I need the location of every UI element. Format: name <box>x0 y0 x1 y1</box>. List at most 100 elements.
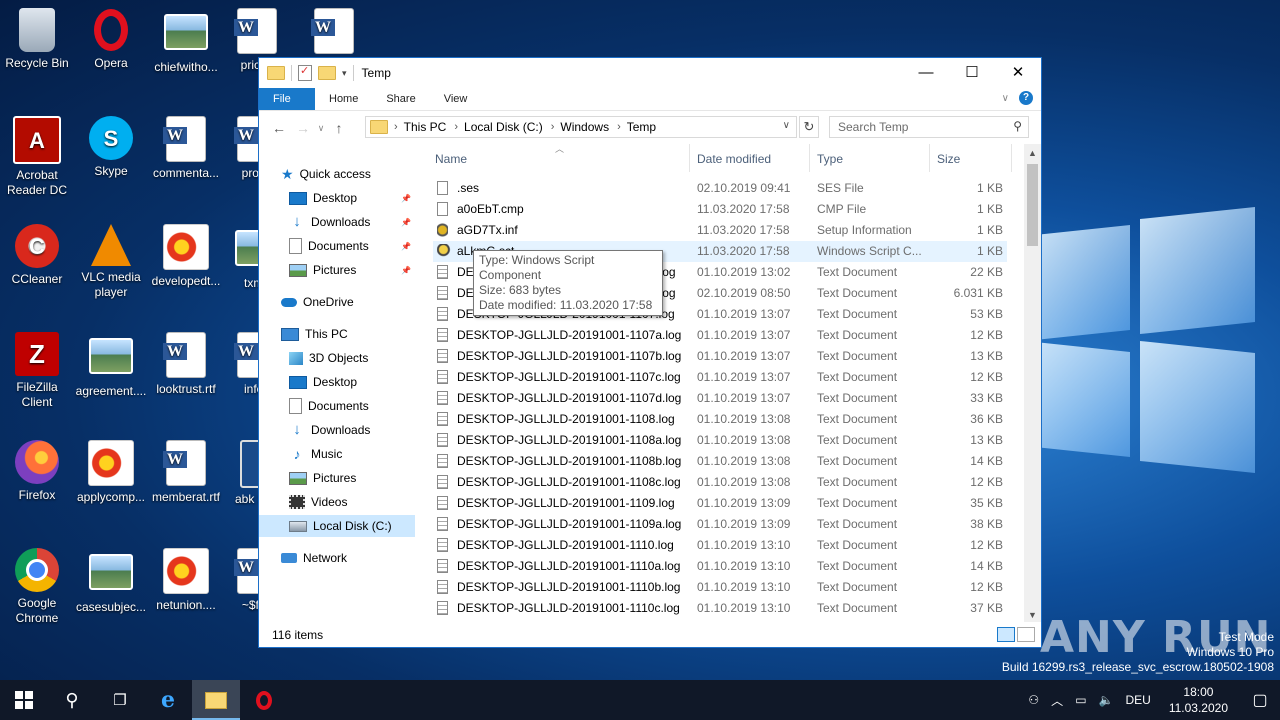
chevron-right-icon[interactable]: › <box>551 121 555 133</box>
search-input[interactable]: Search Temp ⚲ <box>829 116 1029 138</box>
desktop-shortcut[interactable]: Recycle Bin <box>0 8 74 71</box>
minimize-button[interactable]: — <box>903 58 949 86</box>
sidebar-item[interactable]: OneDrive <box>259 291 415 313</box>
tab-view[interactable]: View <box>430 88 482 110</box>
desktop-shortcut[interactable]: Firefox <box>0 440 74 503</box>
title-bar[interactable]: ▾ Temp — ☐ ✕ <box>259 58 1041 88</box>
file-row[interactable]: DESKTOP-JGLLJLD-20191001-1108b.log 01.10.… <box>433 451 1007 472</box>
scrollbar-thumb[interactable] <box>1027 164 1038 246</box>
desktop-shortcut[interactable]: developedt... <box>149 224 223 289</box>
file-row[interactable]: DESKTOP-JGLLJLD-20191001-1108.log 01.10.2… <box>433 409 1007 430</box>
desktop-shortcut[interactable]: A Acrobat Reader DC <box>0 116 74 198</box>
network-tray-icon[interactable]: ▭ <box>1069 693 1092 707</box>
desktop-shortcut[interactable]: Z FileZilla Client <box>0 332 74 410</box>
chevron-right-icon[interactable]: › <box>617 121 621 133</box>
tab-file[interactable]: File <box>259 88 315 110</box>
desktop-shortcut[interactable]: applycomp... <box>74 440 148 505</box>
desktop-shortcut[interactable]: Wlooktrust.rtf <box>149 332 223 397</box>
task-view-button[interactable]: ❐ <box>96 680 144 720</box>
breadcrumb-this-pc[interactable]: This PC <box>404 120 447 134</box>
desktop-shortcut[interactable]: Wmemberat.rtf <box>149 440 223 505</box>
breadcrumb-local-disk[interactable]: Local Disk (C:) <box>464 120 543 134</box>
desktop-shortcut[interactable]: chiefwitho... <box>149 8 223 75</box>
desktop-shortcut[interactable]: VLC media player <box>74 224 148 300</box>
sidebar-item[interactable]: ↓ Downloads <box>259 419 415 441</box>
sidebar-item[interactable]: Documents <box>259 395 415 417</box>
desktop-shortcut[interactable]: C CCleaner <box>0 224 74 287</box>
sidebar-item[interactable]: Network <box>259 547 415 569</box>
tab-home[interactable]: Home <box>315 88 372 110</box>
file-row[interactable]: DESKTOP-JGLLJLD-20191001-1108c.log 01.10.… <box>433 472 1007 493</box>
desktop-shortcut[interactable]: Google Chrome <box>0 548 74 626</box>
address-dropdown-icon[interactable]: ∨ <box>783 120 790 131</box>
sidebar-item[interactable]: Videos <box>259 491 415 513</box>
sidebar-item[interactable]: ↓ Downloads 📌 <box>259 211 415 233</box>
tab-share[interactable]: Share <box>372 88 429 110</box>
desktop-shortcut[interactable]: S Skype <box>74 116 148 179</box>
desktop-shortcut[interactable]: Wcommenta... <box>149 116 223 181</box>
taskbar-file-explorer[interactable] <box>192 680 240 720</box>
column-date-modified[interactable]: Date modified <box>697 152 771 166</box>
file-row[interactable]: aGD7Tx.inf 11.03.2020 17:58 Setup Informat… <box>433 220 1007 241</box>
chevron-right-icon[interactable]: › <box>394 121 398 133</box>
file-row[interactable]: .ses 02.10.2019 09:41 SES File 1 KB <box>433 178 1007 199</box>
chevron-right-icon[interactable]: › <box>454 121 458 133</box>
column-type[interactable]: Type <box>817 152 843 166</box>
clock[interactable]: 18:00 11.03.2020 <box>1157 684 1240 716</box>
column-size[interactable]: Size <box>937 152 960 166</box>
sidebar-item[interactable]: Local Disk (C:) <box>259 515 415 537</box>
forward-arrow-icon[interactable]: → <box>291 120 315 136</box>
sidebar-item[interactable]: ★ Quick access <box>259 163 415 185</box>
people-icon[interactable]: ⚇ <box>1022 693 1045 707</box>
file-row[interactable]: DESKTOP-JGLLJLD-20191001-1107d.log 01.10.… <box>433 388 1007 409</box>
vertical-scrollbar[interactable]: ▲ ▼ <box>1024 144 1041 622</box>
sidebar-item[interactable]: ♪ Music <box>259 443 415 465</box>
file-row[interactable]: DESKTOP-JGLLJLD-20191001-1110a.log 01.10.… <box>433 556 1007 577</box>
file-row[interactable]: DESKTOP-JGLLJLD-20191001-1109a.log 01.10.… <box>433 514 1007 535</box>
sidebar-item[interactable]: Pictures <box>259 467 415 489</box>
taskbar-edge[interactable]: e <box>144 680 192 720</box>
customize-toolbar-chevron-icon[interactable]: ▾ <box>342 68 347 79</box>
properties-icon[interactable] <box>298 64 312 81</box>
file-row[interactable]: DESKTOP-JGLLJLD-20191001-1107a.log 01.10.… <box>433 325 1007 346</box>
file-row[interactable]: DESKTOP-JGLLJLD-20191001-1110b.log 01.10.… <box>433 577 1007 598</box>
file-row[interactable]: DESKTOP-JGLLJLD-20191001-1108a.log 01.10.… <box>433 430 1007 451</box>
refresh-button[interactable]: ↻ <box>799 116 819 138</box>
close-button[interactable]: ✕ <box>995 58 1041 86</box>
column-name[interactable]: Name <box>435 152 467 166</box>
sidebar-item[interactable]: Desktop <box>259 371 415 393</box>
file-row[interactable]: DESKTOP-JGLLJLD-20191001-1109.log 01.10.2… <box>433 493 1007 514</box>
recent-locations-chevron-icon[interactable]: ∨ <box>315 123 327 134</box>
explorer-window[interactable]: ▾ Temp — ☐ ✕ File Home Share View ∨ ? ← … <box>258 57 1042 648</box>
new-folder-icon[interactable] <box>318 66 336 80</box>
file-row[interactable]: DESKTOP-JGLLJLD-20191001-1110c.log 01.10.… <box>433 598 1007 619</box>
breadcrumb-windows[interactable]: Windows <box>560 120 609 134</box>
scroll-up-icon[interactable]: ▲ <box>1028 148 1037 158</box>
file-row[interactable]: DESKTOP-JGLLJLD-20191001-1110.log 01.10.2… <box>433 535 1007 556</box>
desktop-shortcut[interactable]: casesubjec... <box>74 548 148 615</box>
sidebar-item[interactable]: Desktop 📌 <box>259 187 415 209</box>
sidebar-item[interactable]: Documents 📌 <box>259 235 415 257</box>
show-hidden-icons-chevron-icon[interactable]: ︿ <box>1045 692 1069 709</box>
sidebar-item[interactable]: This PC <box>259 323 415 345</box>
search-button[interactable]: ⚲ <box>48 680 96 720</box>
sidebar-item[interactable]: Pictures 📌 <box>259 259 415 281</box>
notifications-icon[interactable]: ▢ <box>1240 690 1280 710</box>
start-button[interactable] <box>0 680 48 720</box>
address-bar[interactable]: › This PC › Local Disk (C:) › Windows › … <box>365 116 797 138</box>
scroll-down-icon[interactable]: ▼ <box>1028 610 1037 620</box>
desktop-shortcut[interactable]: netunion.... <box>149 548 223 613</box>
up-arrow-icon[interactable]: ↑ <box>327 120 351 136</box>
desktop-shortcut[interactable]: Opera <box>74 8 148 71</box>
back-arrow-icon[interactable]: ← <box>267 120 291 136</box>
language-indicator[interactable]: DEU <box>1119 693 1156 707</box>
expand-ribbon-icon[interactable]: ∨ <box>1002 93 1009 104</box>
desktop-shortcut[interactable]: W <box>297 8 371 58</box>
file-row[interactable]: DESKTOP-JGLLJLD-20191001-1107c.log 01.10.… <box>433 367 1007 388</box>
help-icon[interactable]: ? <box>1019 91 1033 105</box>
volume-icon[interactable]: 🔈 <box>1093 693 1120 707</box>
file-row[interactable]: DESKTOP-JGLLJLD-20191001-1107b.log 01.10.… <box>433 346 1007 367</box>
maximize-button[interactable]: ☐ <box>949 58 995 86</box>
sidebar-item[interactable]: 3D Objects <box>259 347 415 369</box>
file-row[interactable]: a0oEbT.cmp 11.03.2020 17:58 CMP File 1 KB <box>433 199 1007 220</box>
